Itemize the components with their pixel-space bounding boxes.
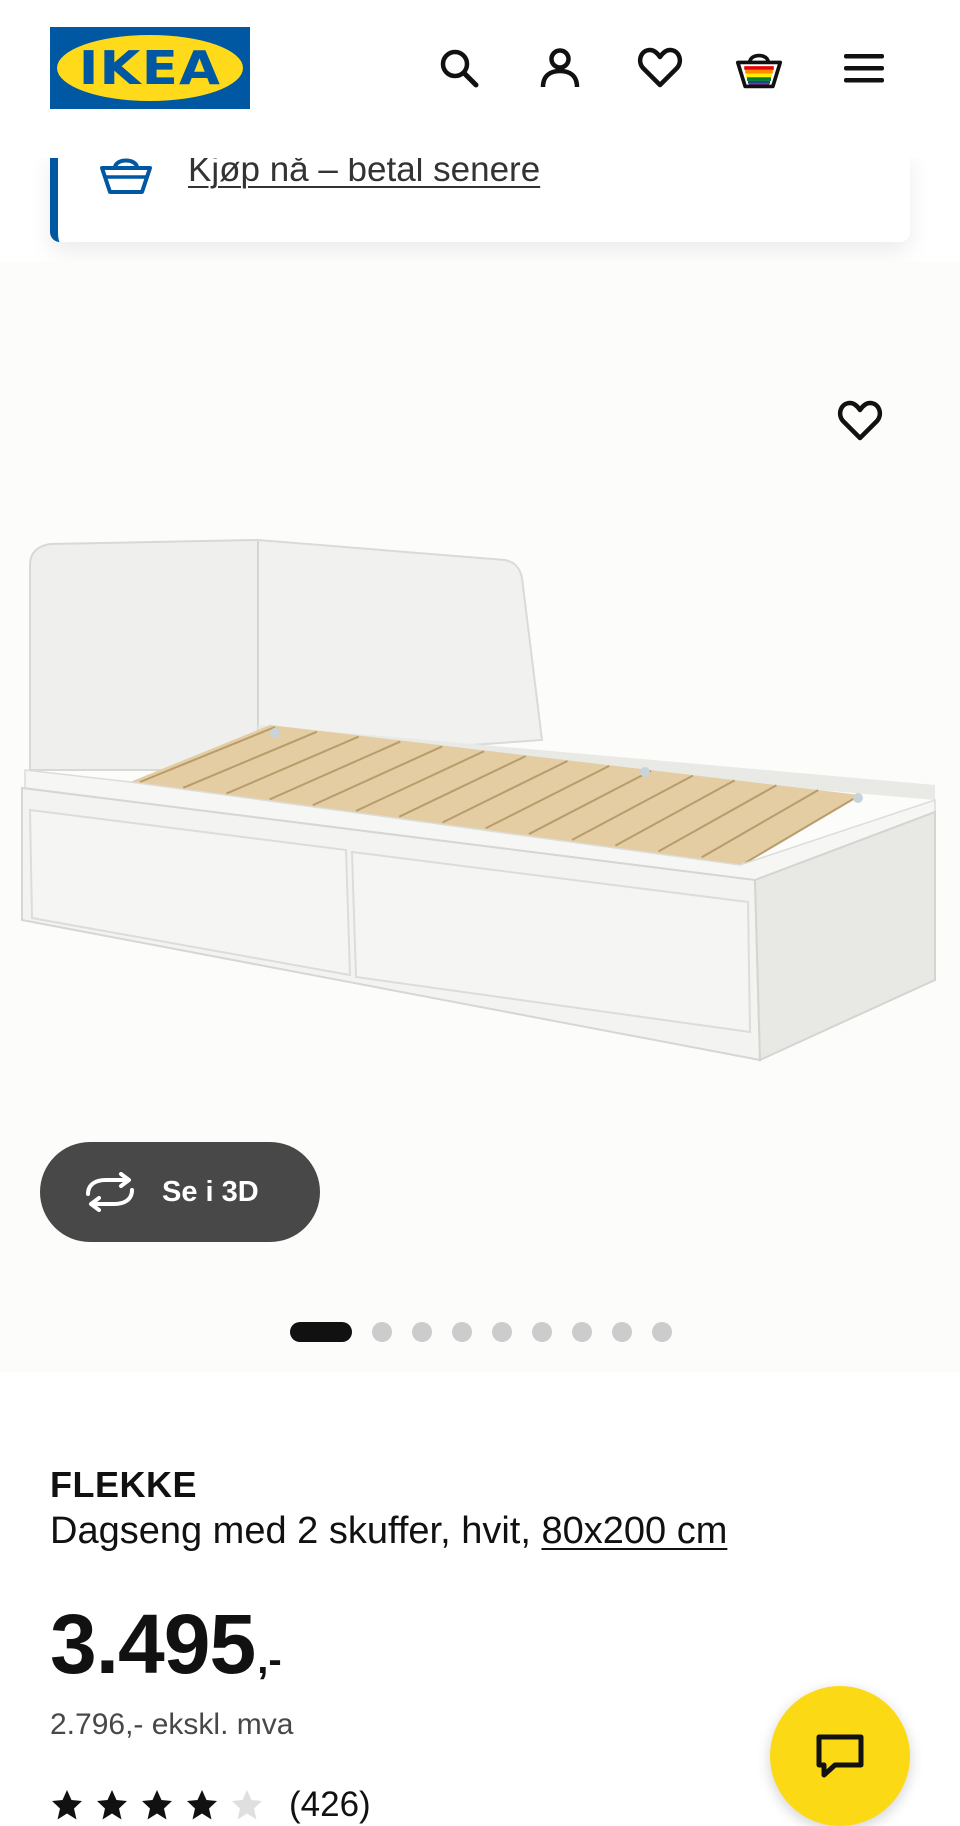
pagination-dot[interactable] (652, 1322, 672, 1342)
product-price: 3.495 ,- (50, 1596, 282, 1696)
search-icon[interactable] (435, 44, 483, 92)
star-filled-icon (187, 1790, 217, 1820)
pagination-dot[interactable] (492, 1322, 512, 1342)
product-image-daybed (21, 538, 936, 1062)
price-excluding-vat: 2.796,- ekskl. mva (50, 1708, 294, 1741)
pagination-dot[interactable] (572, 1322, 592, 1342)
account-icon[interactable] (536, 44, 584, 92)
pagination-dot[interactable] (612, 1322, 632, 1342)
star-filled-icon (52, 1790, 82, 1820)
add-to-favourites-button[interactable] (830, 390, 890, 450)
star-filled-icon (97, 1790, 127, 1820)
product-size-link[interactable]: 80x200 cm (541, 1510, 727, 1552)
gallery-pagination[interactable] (0, 1320, 960, 1344)
product-rating[interactable]: (426) (50, 1785, 371, 1825)
pagination-dot[interactable] (452, 1322, 472, 1342)
rotate-3d-icon (86, 1172, 134, 1212)
rating-count: (426) (289, 1785, 371, 1824)
pay-later-banner[interactable]: Kjøp nå – betal senere (50, 150, 910, 242)
logo-oval: IKEA (57, 35, 243, 101)
pagination-dot[interactable] (532, 1322, 552, 1342)
chat-button[interactable] (770, 1686, 910, 1826)
heart-icon (837, 400, 883, 441)
rating-stars (50, 1788, 275, 1822)
view-in-3d-label: Se i 3D (162, 1175, 259, 1208)
product-type: Dagseng med 2 skuffer, hvit, (50, 1510, 531, 1552)
shopping-bag-icon[interactable] (735, 44, 783, 92)
star-filled-icon (142, 1790, 172, 1820)
product-name: FLEKKE (50, 1464, 197, 1505)
product-description: Dagseng med 2 skuffer, hvit, 80x200 cm (50, 1510, 727, 1553)
chat-icon (816, 1734, 864, 1778)
menu-icon[interactable] (840, 44, 888, 92)
price-amount: 3.495 (50, 1597, 256, 1691)
star-empty-icon (232, 1790, 262, 1820)
logo-text: IKEA (78, 41, 222, 95)
pagination-dot[interactable] (412, 1322, 432, 1342)
pagination-dot-active[interactable] (290, 1322, 352, 1342)
price-suffix: ,- (257, 1638, 282, 1682)
site-header: IKEA (0, 0, 960, 158)
view-in-3d-button[interactable]: Se i 3D (40, 1142, 320, 1242)
pagination-dot[interactable] (372, 1322, 392, 1342)
ikea-logo[interactable]: IKEA (50, 27, 250, 109)
heart-icon[interactable] (636, 44, 684, 92)
